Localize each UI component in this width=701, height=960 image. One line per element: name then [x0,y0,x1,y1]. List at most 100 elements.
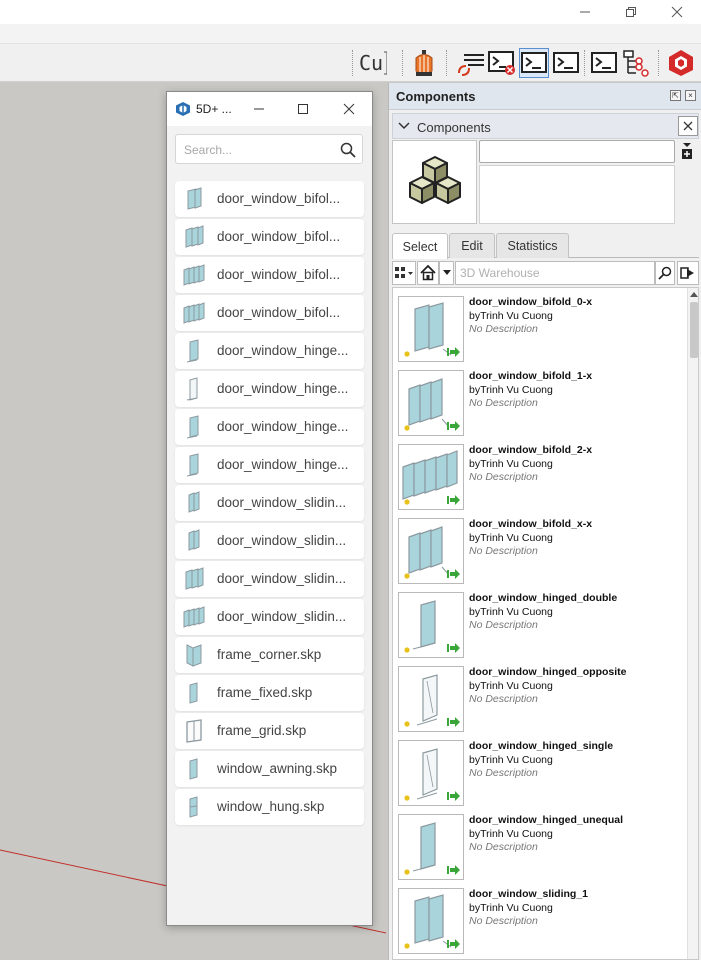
component-name-field[interactable] [479,140,675,163]
view-options-button[interactable] [392,261,416,285]
file-list-item[interactable]: door_window_slidin... [175,599,364,635]
components-section-header[interactable]: Components [392,113,699,139]
plugin-search-input[interactable] [184,141,332,159]
toolbar-separator [446,50,447,76]
file-list-item[interactable]: frame_grid.skp [175,713,364,749]
component-result-item[interactable]: door_window_hinged_unequal byTrinh Vu Cuo… [397,813,683,883]
file-list-item[interactable]: door_window_slidin... [175,485,364,521]
component-thumbnail[interactable] [398,370,464,436]
app-title-bar [0,0,701,24]
component-result-item[interactable]: door_window_bifold_0-x byTrinh Vu Cuong No… [397,295,683,365]
file-name: door_window_hinge... [217,419,349,434]
file-list-item[interactable]: door_window_slidin... [175,523,364,559]
component-thumbnail[interactable] [398,888,464,954]
file-thumbnail-icon [183,680,205,706]
file-list-item[interactable]: door_window_hinge... [175,333,364,369]
menu-bar [0,24,701,44]
tab-select[interactable]: Select [392,233,448,259]
component-author: byTrinh Vu Cuong [469,828,553,840]
add-detail-icon[interactable] [680,141,694,161]
file-list-item[interactable]: door_window_hinge... [175,409,364,445]
navigation-dropdown[interactable] [439,261,454,285]
file-list-item[interactable]: frame_fixed.skp [175,675,364,711]
component-thumbnail[interactable] [398,592,464,658]
component-description-field[interactable] [479,165,675,224]
file-list-item[interactable]: door_window_bifol... [175,257,364,293]
file-name: door_window_hinge... [217,381,349,396]
file-list-item[interactable]: door_window_bifol... [175,295,364,331]
scroll-thumb[interactable] [690,302,698,358]
results-scrollbar[interactable] [687,288,698,959]
refresh-list-button[interactable] [455,48,485,78]
warehouse-search-button[interactable] [655,261,675,285]
file-thumbnail-icon [183,186,205,212]
plugin-minimize-button[interactable] [247,98,271,120]
ruby-console-2-button[interactable] [551,48,581,78]
console-close-button[interactable] [487,48,517,78]
minimize-button[interactable] [562,0,608,24]
component-thumbnail[interactable] [398,666,464,732]
component-thumbnail[interactable] [398,296,464,362]
component-result-item[interactable]: door_window_bifold_2-x byTrinh Vu Cuong No… [397,443,683,513]
search-icon [658,266,672,280]
file-list-item[interactable]: window_awning.skp [175,751,364,787]
file-name: door_window_slidin... [217,533,347,548]
component-thumbnail[interactable] [398,444,464,510]
component-author: byTrinh Vu Cuong [469,754,553,766]
chevron-down-icon [442,270,451,275]
file-list-item[interactable]: door_window_hinge... [175,371,364,407]
ruby-console-3-button[interactable] [589,48,619,78]
component-description: No Description [469,323,538,335]
plugin-close-button[interactable] [337,98,361,120]
details-button[interactable] [677,261,699,285]
file-list-item[interactable]: door_window_bifol... [175,181,364,217]
component-thumbnail[interactable] [398,518,464,584]
component-thumbnail[interactable] [398,814,464,880]
file-list-item[interactable]: window_hung.skp [175,789,364,825]
plugin-maximize-button[interactable] [291,98,315,120]
cu-button[interactable]: Cu [358,48,388,78]
file-list-item[interactable]: door_window_bifol... [175,219,364,255]
ruby-console-3-icon [591,52,617,73]
extension-warehouse-button[interactable] [666,48,696,78]
tab-edit[interactable]: Edit [449,233,495,258]
close-button[interactable] [654,0,700,24]
tray-tabs: Select Edit Statistics [392,233,699,259]
file-list: door_window_bifol... door_window_bifol...… [175,181,365,827]
file-name: door_window_bifol... [217,229,341,244]
lantern-button[interactable] [409,48,439,78]
warehouse-search-row [392,261,699,286]
component-result-item[interactable]: door_window_sliding_1 byTrinh Vu Cuong No … [397,887,683,957]
component-description: No Description [469,915,538,927]
search-icon[interactable] [340,142,356,158]
component-result-item[interactable]: door_window_hinged_double byTrinh Vu Cuon… [397,591,683,661]
ruby-console-button[interactable] [519,48,549,78]
components-section-close-button[interactable] [678,116,698,136]
plugin-title-bar[interactable]: 5D+ ... [167,92,372,126]
component-result-item[interactable]: door_window_bifold_x-x byTrinh Vu Cuong No… [397,517,683,587]
chevron-down-icon[interactable] [398,120,410,132]
tray-close-button[interactable]: × [685,90,696,101]
tray-title: Components [396,89,476,104]
details-arrow-icon [680,267,694,279]
ruby-console-icon [521,52,547,73]
component-result-item[interactable]: door_window_hinged_single byTrinh Vu Cuon… [397,739,683,809]
component-result-item[interactable]: door_window_bifold_1-x byTrinh Vu Cuong No… [397,369,683,439]
console-close-icon [488,51,515,75]
file-list-item[interactable]: frame_corner.skp [175,637,364,673]
home-button[interactable] [417,261,439,285]
tab-statistics[interactable]: Statistics [496,233,569,258]
restore-button[interactable] [608,0,654,24]
file-list-item[interactable]: door_window_slidin... [175,561,364,597]
component-description: No Description [469,619,538,631]
warehouse-search-input[interactable] [455,261,655,285]
file-list-item[interactable]: door_window_hinge... [175,447,364,483]
component-result-item[interactable]: door_window_hinged_opposite byTrinh Vu Cu… [397,665,683,735]
component-thumbnail[interactable] [398,740,464,806]
pin-button[interactable]: ⇱ [670,90,681,101]
plugin-window[interactable]: 5D+ ... door_window_bifol...door_window_… [166,91,373,926]
file-name: frame_fixed.skp [217,685,313,700]
component-author: byTrinh Vu Cuong [469,310,553,322]
scroll-up-icon[interactable] [690,290,698,298]
tree-button[interactable] [621,48,651,78]
